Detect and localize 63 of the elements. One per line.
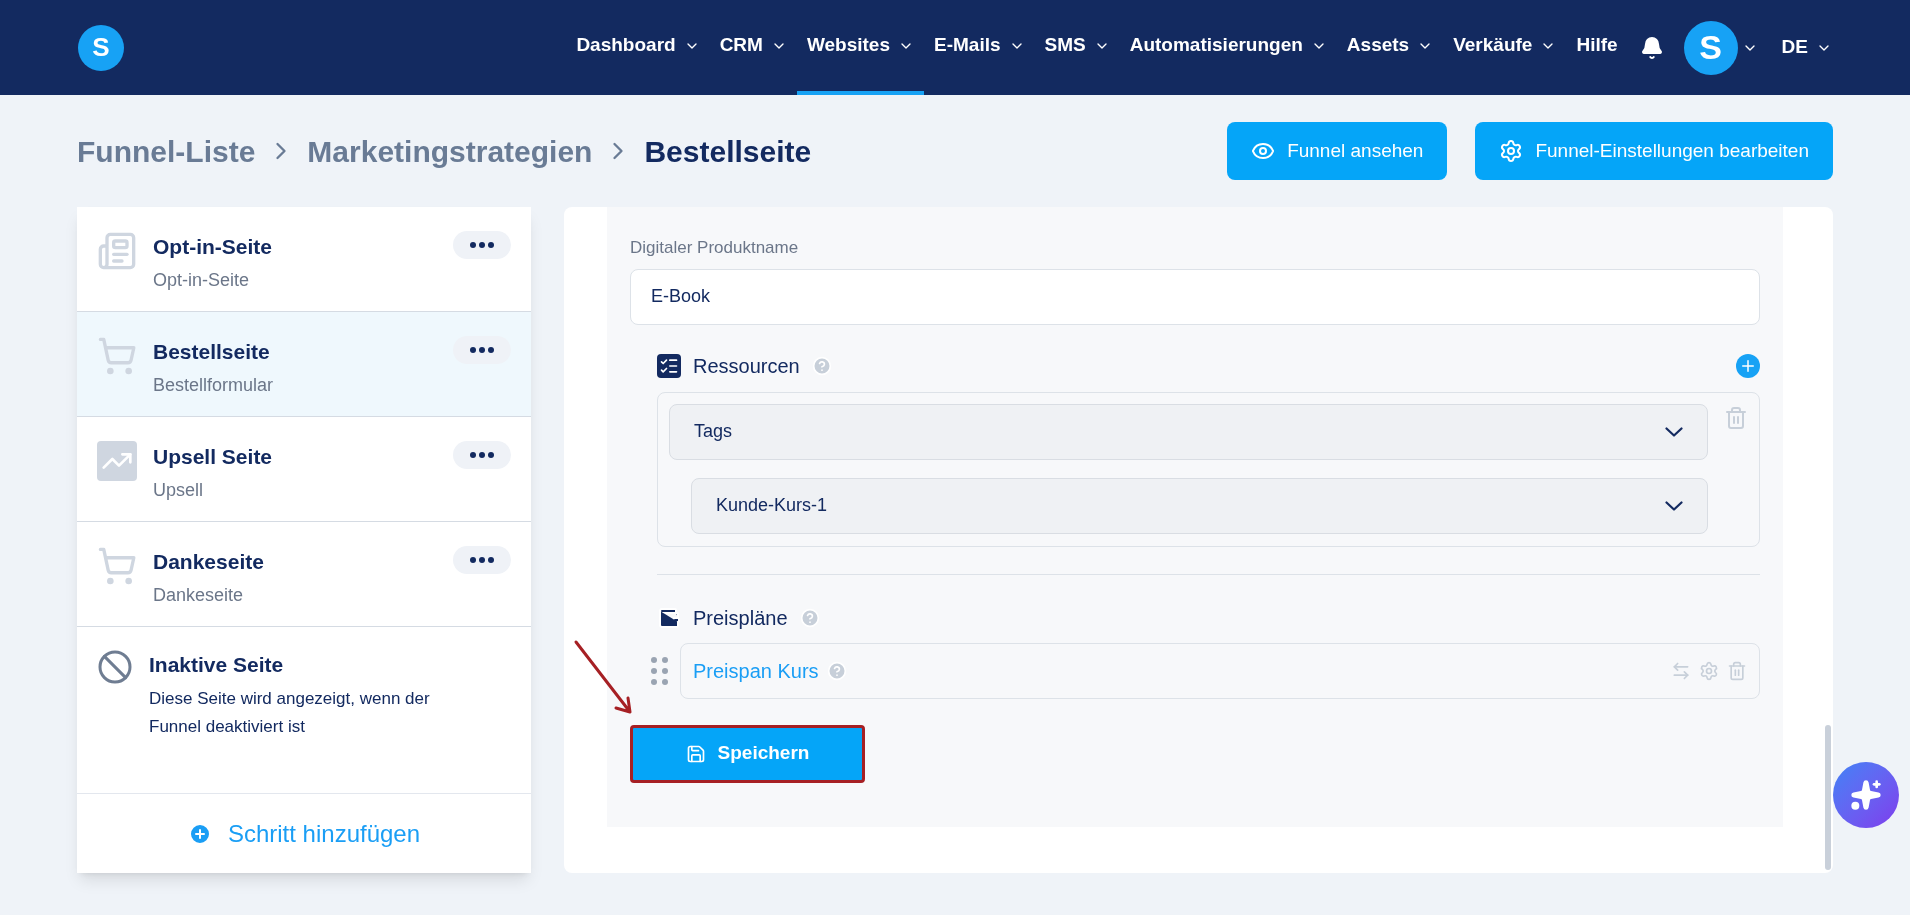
- help-icon[interactable]: [811, 355, 832, 376]
- chevron-down-icon: [1665, 500, 1683, 511]
- breadcrumb-item: Bestellseite: [644, 133, 812, 170]
- sparkle-icon: [1850, 779, 1882, 811]
- newspaper-icon: [97, 231, 137, 271]
- nav-item[interactable]: Assets: [1336, 0, 1444, 95]
- dots-icon: [470, 557, 494, 563]
- nav-item[interactable]: CRM: [709, 0, 797, 95]
- scrollbar[interactable]: [1825, 725, 1831, 870]
- settings-icon: [1499, 139, 1524, 163]
- dots-icon: [470, 242, 494, 248]
- cart-icon: [97, 336, 137, 376]
- inactive-icon: [97, 649, 133, 685]
- drag-handle-icon[interactable]: [651, 656, 668, 685]
- checklist-icon: [657, 353, 681, 378]
- help-icon[interactable]: [826, 660, 847, 681]
- step-title: Bestellseite: [153, 339, 271, 365]
- nav-item[interactable]: Hilfe: [1566, 0, 1628, 95]
- field-label: Digitaler Produktname: [630, 237, 800, 259]
- value-select[interactable]: Kunde-Kurs-1: [691, 477, 1708, 534]
- step-title: Dankeseite: [153, 549, 264, 575]
- more-button[interactable]: [453, 231, 511, 259]
- delete-icon[interactable]: [1724, 405, 1748, 430]
- step-title: Opt-in-Seite: [153, 234, 272, 260]
- nav-item[interactable]: Automatisierungen: [1119, 0, 1337, 95]
- section-title: Ressourcen: [693, 353, 800, 379]
- step-subtitle: Upsell: [153, 478, 205, 502]
- nav-item[interactable]: E-Mails: [924, 0, 1035, 95]
- help-icon[interactable]: [799, 607, 820, 628]
- dots-icon: [470, 347, 494, 353]
- more-button[interactable]: [453, 546, 511, 574]
- save-icon: [685, 743, 706, 764]
- section-title: Preispläne: [693, 605, 788, 631]
- chevron-down-icon: [1665, 426, 1683, 437]
- nav-item[interactable]: Dashboard: [566, 0, 710, 95]
- step-item[interactable]: Dankeseite Dankeseite: [77, 522, 531, 627]
- bell-icon[interactable]: [1639, 35, 1664, 60]
- cart-icon: [97, 546, 137, 586]
- step-item[interactable]: Upsell Seite Upsell: [77, 417, 531, 522]
- add-icon[interactable]: [1736, 353, 1760, 378]
- type-select[interactable]: Tags: [669, 403, 1708, 460]
- settings-icon[interactable]: [1699, 660, 1719, 681]
- step-item[interactable]: Bestellseite Bestellformular: [77, 312, 531, 417]
- nav-item[interactable]: Websites: [796, 0, 924, 95]
- breadcrumb-item[interactable]: Funnel-Liste: [77, 128, 256, 174]
- step-subtitle: Bestellformular: [153, 373, 274, 397]
- more-button[interactable]: [453, 441, 511, 469]
- language-selector[interactable]: DE: [1765, 0, 1832, 95]
- product-name-field[interactable]: E-Book: [630, 268, 1760, 325]
- step-item[interactable]: Opt-in-Seite Opt-in-Seite: [77, 207, 531, 312]
- step-subtitle: Opt-in-Seite: [153, 268, 251, 292]
- trend-icon: [97, 441, 137, 481]
- nav-item[interactable]: Verkäufe: [1443, 0, 1567, 95]
- inactive-description: Diese Seite wird angezeigt, wenn der Funnel deaktiviert ist: [149, 687, 431, 738]
- inactive-title: Inaktive Seite: [149, 652, 285, 678]
- dots-icon: [470, 452, 494, 458]
- delete-icon[interactable]: [1727, 660, 1747, 681]
- swap-icon[interactable]: [1671, 660, 1691, 681]
- step-subtitle: Dankeseite: [153, 583, 245, 607]
- step-title: Upsell Seite: [153, 444, 273, 470]
- breadcrumb-item[interactable]: Marketingstrategien: [307, 128, 593, 174]
- more-button[interactable]: [453, 336, 511, 364]
- nav-item[interactable]: SMS: [1034, 0, 1120, 95]
